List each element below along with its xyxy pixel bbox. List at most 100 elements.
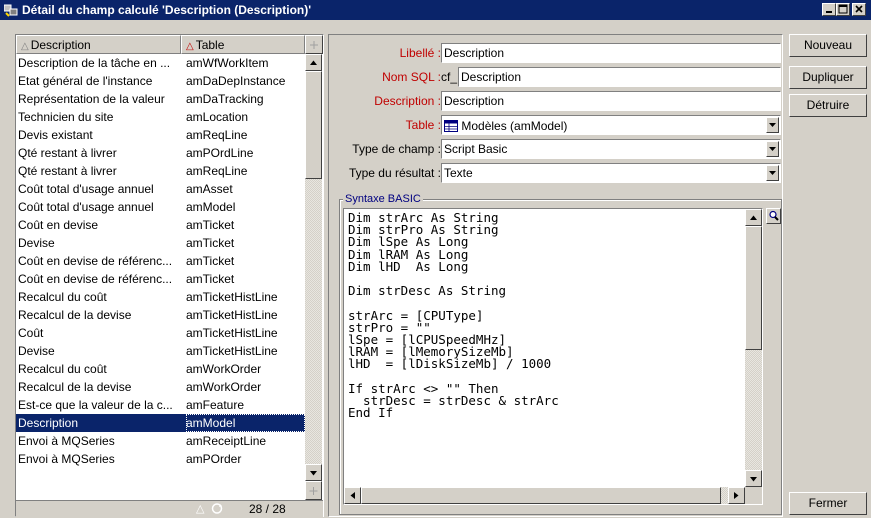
row-table: amPOrdLine [186, 146, 254, 160]
row-description: Coût en devise de référenc... [18, 254, 173, 268]
list-row[interactable]: Devis existant amReqLine [16, 126, 305, 144]
scroll-up-button[interactable] [745, 209, 762, 226]
list-row[interactable]: Etat général de l'instance amDaDepInstanc… [16, 72, 305, 90]
script-code[interactable]: Dim strArc As String Dim strPro As Strin… [348, 211, 559, 419]
script-horizontal-scrollbar[interactable] [344, 487, 745, 504]
row-description: Description de la tâche en ... [18, 56, 171, 70]
description-field[interactable]: Description [441, 91, 781, 111]
record-counter: 28 / 28 [249, 502, 286, 516]
list-row[interactable]: Devise amTicketHistLine [16, 342, 305, 360]
row-table: amPOrder [186, 452, 242, 466]
row-table: amModel [186, 414, 305, 432]
zoom-editor-button[interactable] [766, 208, 781, 224]
list-row[interactable]: Qté restant à livrer amPOrdLine [16, 144, 305, 162]
list-row[interactable]: Coût total d'usage annuel amAsset [16, 180, 305, 198]
list-row[interactable]: Qté restant à livrer amReqLine [16, 162, 305, 180]
list-row[interactable]: Est-ce que la valeur de la c... amFeature [16, 396, 305, 414]
typeresultat-label: Type du résultat : [348, 166, 441, 180]
maximize-button[interactable] [836, 3, 850, 16]
dupliquer-button[interactable]: Dupliquer [789, 66, 867, 89]
list-row[interactable]: Coût en devise de référenc... amTicket [16, 252, 305, 270]
description-label: Description : [374, 94, 441, 108]
libelle-field[interactable]: Description [441, 43, 781, 63]
minimize-button[interactable] [822, 3, 836, 16]
list-row[interactable]: Recalcul du coût amTicketHistLine [16, 288, 305, 306]
scroll-left-button[interactable] [344, 487, 361, 504]
row-description: Description [18, 416, 79, 430]
column-header-description[interactable]: △ Description [16, 35, 181, 54]
nomsql-field[interactable]: Description [458, 67, 781, 87]
list-row[interactable]: Description de la tâche en ... amWfWorkIt… [16, 54, 305, 72]
refresh-icon[interactable] [210, 502, 224, 515]
row-table: amTicketHistLine [186, 344, 278, 358]
row-table: amReqLine [186, 164, 248, 178]
arrow-up-icon [750, 215, 757, 220]
magnifier-icon [769, 210, 779, 221]
typechamp-dropdown-button[interactable] [766, 141, 779, 157]
scroll-down-button[interactable] [745, 470, 762, 487]
sort-asc-icon: △ [21, 41, 29, 52]
row-table: amTicket [186, 272, 235, 286]
calculated-fields-list[interactable]: △ Description △ Table Description de la tâ… [15, 34, 324, 517]
row-table: amTicketHistLine [186, 290, 278, 304]
row-add-button[interactable] [305, 481, 322, 500]
row-description: Coût en devise de référenc... [18, 272, 173, 286]
list-row[interactable]: Coût total d'usage annuel amModel [16, 198, 305, 216]
row-description: Coût [18, 326, 44, 340]
list-row[interactable]: Recalcul de la devise amTicketHistLine [16, 306, 305, 324]
nouveau-button[interactable]: Nouveau [789, 34, 867, 57]
scroll-up-button[interactable] [305, 54, 322, 71]
title-bar[interactable]: Détail du champ calculé 'Description (De… [0, 0, 871, 20]
scroll-thumb[interactable] [745, 226, 762, 350]
row-description: Représentation de la valeur [18, 92, 165, 106]
chevron-down-icon [769, 123, 776, 127]
list-row[interactable]: Coût amTicketHistLine [16, 324, 305, 342]
detruire-button[interactable]: Détruire [789, 94, 867, 117]
row-description: Etat général de l'instance [18, 74, 153, 88]
row-description: Devise [18, 344, 55, 358]
list-row[interactable]: Envoi à MQSeries amPOrder [16, 450, 305, 468]
column-chooser-button[interactable] [305, 35, 323, 54]
list-row[interactable]: Envoi à MQSeries amReceiptLine [16, 432, 305, 450]
row-description: Recalcul du coût [18, 290, 107, 304]
close-button[interactable] [852, 3, 866, 16]
scroll-right-button[interactable] [728, 487, 745, 504]
fermer-button[interactable]: Fermer [789, 492, 867, 515]
column-header-table[interactable]: △ Table [181, 35, 305, 54]
script-vertical-scrollbar[interactable] [745, 209, 762, 487]
list-row[interactable]: Technicien du site amLocation [16, 108, 305, 126]
typechamp-select[interactable]: Script Basic [441, 139, 781, 159]
window-app-icon [4, 4, 18, 17]
list-row[interactable]: Description amModel [16, 414, 305, 432]
row-table: amReqLine [186, 128, 248, 142]
row-description: Est-ce que la valeur de la c... [18, 398, 173, 412]
chevron-down-icon [769, 147, 776, 151]
scroll-thumb[interactable] [305, 71, 322, 179]
list-row[interactable]: Coût en devise de référenc... amTicket [16, 270, 305, 288]
scroll-down-button[interactable] [305, 464, 322, 481]
table-dropdown-button[interactable] [766, 117, 779, 133]
basic-script-editor[interactable]: Dim strArc As String Dim strPro As Strin… [343, 208, 763, 505]
list-vertical-scrollbar[interactable] [305, 54, 322, 481]
row-table: amLocation [186, 110, 249, 124]
typechamp-label: Type de champ : [352, 142, 441, 156]
row-table: amDaDepInstance [186, 74, 286, 88]
row-description: Technicien du site [18, 110, 114, 124]
libelle-label: Libellé : [399, 46, 441, 60]
list-row[interactable]: Coût en devise amTicket [16, 216, 305, 234]
typeresultat-select[interactable]: Texte [441, 163, 781, 183]
list-row[interactable]: Recalcul de la devise amWorkOrder [16, 378, 305, 396]
sort-asc-icon: △ [186, 41, 194, 52]
plus-icon [309, 487, 318, 495]
list-row[interactable]: Représentation de la valeur amDaTracking [16, 90, 305, 108]
typeresultat-dropdown-button[interactable] [766, 165, 779, 181]
row-table: amWorkOrder [186, 380, 262, 394]
row-description: Recalcul du coût [18, 362, 107, 376]
row-table: amTicketHistLine [186, 326, 278, 340]
scroll-thumb[interactable] [361, 487, 721, 504]
list-row[interactable]: Devise amTicket [16, 234, 305, 252]
list-row[interactable]: Recalcul du coût amWorkOrder [16, 360, 305, 378]
plus-icon [310, 41, 318, 49]
table-select[interactable]: Modèles (amModel) [441, 115, 781, 135]
scroll-corner [745, 487, 762, 504]
